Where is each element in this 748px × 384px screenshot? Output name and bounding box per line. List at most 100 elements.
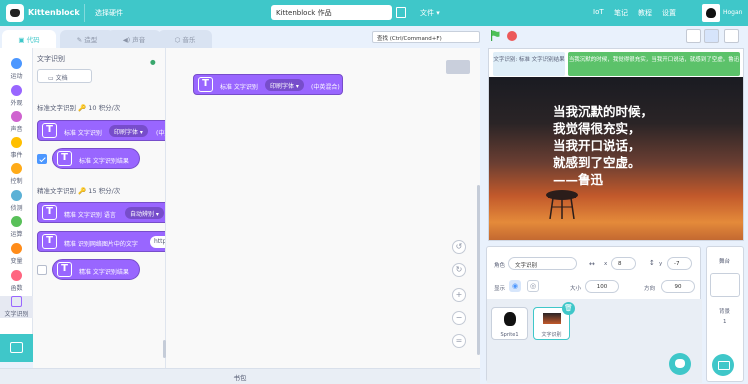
stage-canvas[interactable]: 文字识别: 标准 文字识别结果 当我沉默的时候，我觉得很充实，当我开口说话，就感… [488, 48, 744, 241]
language-dropdown[interactable]: 自动辨别 ▾ [125, 207, 164, 219]
sunset-backdrop: 当我沉默的时候， 我觉得很充实， 当我开口说话， 就感到了空虚。 ——鲁迅 [489, 77, 743, 240]
show-visible-icon[interactable]: ◉ [509, 280, 521, 292]
tutorials-menu[interactable]: 教程 [638, 8, 652, 18]
x-arrow-icon: ↔ [589, 260, 595, 268]
category-dot-icon [11, 216, 22, 227]
precise-ocr-result-reporter[interactable]: T 精准 文字识别结果 [52, 259, 140, 280]
category-dot-icon [11, 243, 22, 254]
workspace-standard-ocr-block[interactable]: T 标准 文字识别 印刷字体 ▾ (中英混合) [193, 74, 343, 95]
tab-sounds[interactable]: ◀) 声音 [107, 30, 161, 48]
backpack-bar[interactable]: 书包 [0, 368, 480, 384]
cat-sprite-icon [504, 312, 516, 326]
ocr-t-icon: T [42, 123, 57, 138]
category-dot-icon [11, 163, 22, 174]
fullscreen-icon[interactable] [724, 29, 739, 43]
image-url-input[interactable]: https: [150, 236, 165, 248]
zoom-out-icon[interactable]: − [452, 311, 466, 325]
x-input[interactable]: 8 [611, 257, 636, 270]
notes-menu[interactable]: 笔记 [614, 8, 628, 18]
select-hardware-menu[interactable]: 选择硬件 [95, 8, 123, 18]
category-0[interactable]: 运动 [0, 58, 33, 80]
add-sprite-button[interactable] [669, 353, 691, 375]
green-flag-icon[interactable] [490, 30, 500, 41]
font-type-dropdown[interactable]: 印刷字体 ▾ [109, 125, 148, 137]
category-dot-icon [11, 58, 22, 69]
size-input[interactable]: 100 [585, 280, 619, 293]
tab-costumes[interactable]: ✎ 造型 [60, 30, 114, 48]
y-arrow-icon: ↕ [649, 259, 655, 267]
category-7[interactable]: 变量 [0, 243, 33, 265]
block-search-input[interactable]: 查找 (Ctrl/Command+F) [372, 31, 480, 43]
category-3[interactable]: 事件 [0, 137, 33, 159]
stage-header: 文字识别: 标准 文字识别结果 当我沉默的时候，我觉得很充实，当我开口说话，就感… [489, 49, 743, 79]
direction-input[interactable]: 90 [661, 280, 695, 293]
editor-tabs: ▣ 代码 ✎ 造型 ◀) 声音 ⬡ 音乐 [0, 30, 368, 48]
block-label: (中英 [156, 130, 165, 137]
delete-sprite-icon[interactable]: 🗑 [562, 302, 575, 315]
category-1[interactable]: 外观 [0, 85, 33, 107]
normal-stage-icon[interactable] [704, 29, 719, 43]
precise-url-ocr-block[interactable]: T 精准 识别网络图片中的文字 https: [37, 231, 165, 252]
block-label: 精准 文字识别 语言 [64, 212, 116, 219]
kittenblock-logo-icon[interactable] [6, 4, 24, 22]
category-6[interactable]: 运算 [0, 216, 33, 238]
file-menu[interactable]: 文件 ▾ [420, 8, 440, 18]
direction-label: 方向 [644, 286, 656, 292]
username[interactable]: Hogan [723, 9, 742, 16]
block-label: 精准 识别网络图片中的文字 [64, 241, 138, 248]
category-9[interactable]: 文字识别 [0, 296, 33, 318]
category-4[interactable]: 控制 [0, 163, 33, 185]
add-extension-button[interactable] [0, 334, 33, 362]
hide-icon[interactable]: ◎ [527, 280, 539, 292]
category-label: 声音 [10, 126, 23, 133]
backdrops-count: 1 [723, 319, 727, 325]
sprite-name: 文字识别 [541, 332, 562, 338]
zoom-reset-icon[interactable]: = [452, 334, 466, 348]
x-label: x [604, 261, 608, 267]
ocr-t-icon: T [198, 77, 213, 92]
save-icon[interactable] [396, 7, 406, 18]
sprite-name-input[interactable]: 文字识别 [508, 257, 577, 270]
workspace-scrollbar[interactable] [477, 185, 480, 355]
sprite-item-sprite1[interactable]: Sprite1 [491, 307, 528, 340]
y-input[interactable]: -7 [667, 257, 692, 270]
block-label: 标准 文字识别结果 [79, 158, 129, 165]
backdrops-label: 背景 [719, 309, 731, 315]
redo-icon[interactable]: ↻ [452, 263, 466, 277]
category-label: 运动 [10, 73, 23, 80]
category-label: 外观 [10, 100, 23, 107]
sprite-name: Sprite1 [500, 332, 519, 338]
script-workspace[interactable] [166, 48, 480, 368]
stop-icon[interactable] [507, 31, 517, 41]
precise-ocr-block[interactable]: T 精准 文字识别 语言 自动辨别 ▾ [37, 202, 165, 223]
precise-result-checkbox[interactable] [37, 265, 47, 275]
user-avatar[interactable] [702, 4, 720, 22]
stage-thumbnail[interactable] [710, 273, 740, 297]
sprite-thumbnail-indicator [446, 60, 470, 74]
category-5[interactable]: 侦测 [0, 190, 33, 212]
undo-icon[interactable]: ↺ [452, 240, 466, 254]
font-type-dropdown[interactable]: 印刷字体 ▾ [265, 79, 304, 91]
category-dot-icon [11, 190, 22, 201]
category-label: 函数 [10, 285, 23, 292]
add-backdrop-button[interactable] [712, 354, 734, 376]
pin-icon[interactable]: ● [150, 58, 156, 66]
small-stage-icon[interactable] [686, 29, 701, 43]
documentation-button[interactable]: ▭ 文档 [37, 69, 92, 83]
category-2[interactable]: 声音 [0, 111, 33, 133]
tab-code[interactable]: ▣ 代码 [2, 30, 56, 48]
project-title-input[interactable]: Kittenblock 作品 [271, 5, 392, 20]
standard-ocr-block[interactable]: T 标准 文字识别 印刷字体 ▾ (中英 [37, 120, 165, 141]
category-label: 事件 [10, 152, 23, 159]
settings-menu[interactable]: 设置 [662, 8, 676, 18]
category-8[interactable]: 函数 [0, 270, 33, 292]
iot-menu[interactable]: IoT [593, 8, 604, 16]
size-label: 大小 [570, 286, 582, 292]
standard-result-checkbox[interactable] [37, 154, 47, 164]
category-dot-icon [11, 296, 22, 307]
zoom-in-icon[interactable]: + [452, 288, 466, 302]
block-label: (中英混合) [311, 84, 340, 91]
standard-ocr-result-reporter[interactable]: T 标准 文字识别结果 [52, 148, 140, 169]
tab-backdrops[interactable]: ⬡ 音乐 [158, 30, 212, 48]
variable-monitor-value: 当我沉默的时候，我觉得很充实，当我开口说话，就感到了空虚。鲁迅 [568, 52, 740, 76]
